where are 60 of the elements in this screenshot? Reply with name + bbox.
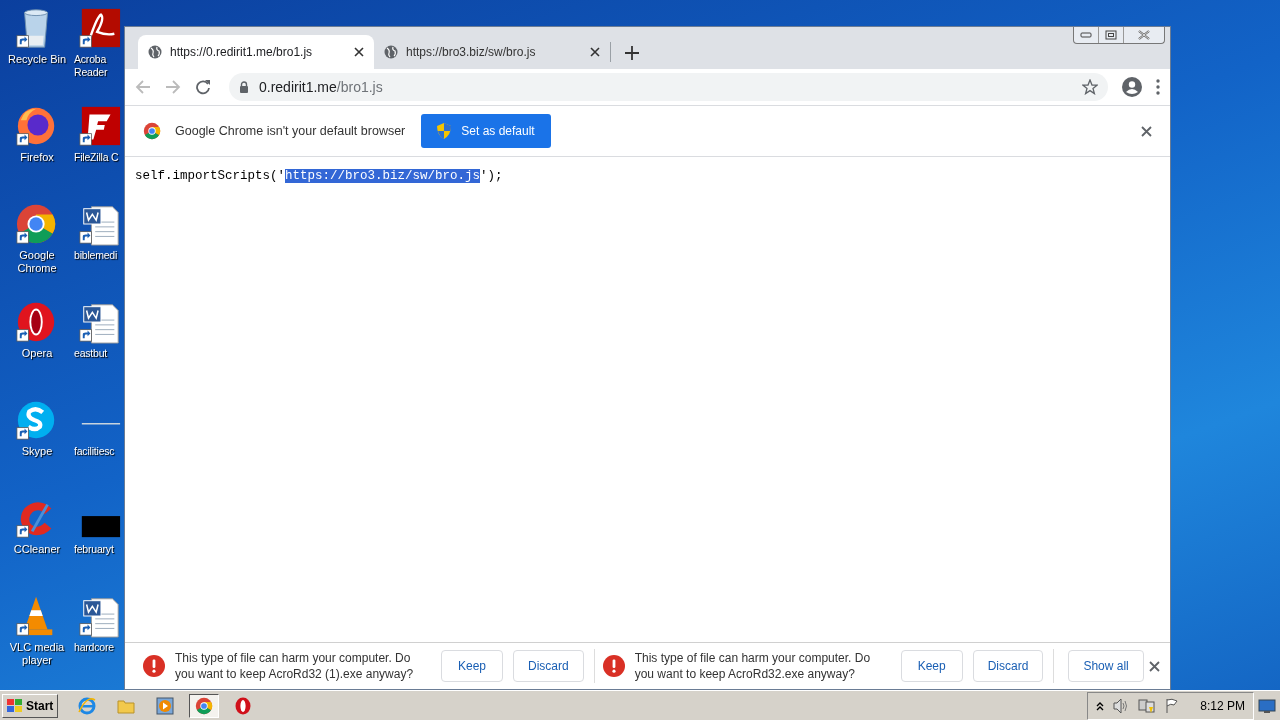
icon-label: VLC media player — [8, 641, 66, 667]
browser-tab[interactable]: https://bro3.biz/sw/bro.js — [374, 35, 610, 69]
icon-label: CCleaner — [12, 543, 62, 556]
lock-icon — [239, 81, 249, 93]
close-icon — [1138, 30, 1150, 40]
icon-label: biblemedi — [74, 249, 119, 262]
app-logo-icon — [235, 696, 252, 715]
icon-label: eastbut — [74, 347, 109, 360]
folder-icon — [117, 697, 136, 714]
chevron-up-icon[interactable] — [1096, 700, 1105, 711]
icon-label: FileZilla C — [74, 151, 120, 164]
icon-label: Firefox — [19, 151, 55, 164]
icon-label: februaryt — [74, 543, 115, 556]
network-icon[interactable] — [1138, 697, 1157, 714]
download-action-button[interactable]: Keep — [900, 650, 963, 682]
infobar-message: Google Chrome isn't your default browser — [175, 124, 406, 138]
icon-label: Opera — [20, 347, 54, 360]
download-action-button[interactable]: Discard — [972, 650, 1044, 682]
profile-icon[interactable] — [1122, 77, 1142, 97]
download-warning: This type of file can harm your computer. Do you want to keep AcroRd32 (1).exe anyway? — [175, 650, 415, 682]
download-action-button[interactable]: Keep — [441, 650, 503, 682]
close-icon[interactable] — [1141, 125, 1152, 137]
menu-icon[interactable] — [1156, 79, 1160, 95]
icon-label: Google Chrome — [16, 249, 58, 275]
icon-label: Recycle Bin — [6, 53, 68, 66]
close-icon[interactable] — [1149, 660, 1160, 672]
close-icon[interactable] — [590, 47, 600, 57]
address-bar[interactable]: 0.redirit1.me/bro1.js — [229, 73, 1108, 101]
taskbar-button[interactable] — [189, 693, 220, 718]
globe-icon — [148, 45, 162, 59]
browser-tab[interactable]: https://0.redirit1.me/bro1.js — [138, 35, 374, 69]
shield-icon — [437, 123, 452, 139]
icon-label: hardcore — [74, 641, 115, 654]
download-warning: This type of file can harm your computer. Do you want to keep AcroRd32.exe anyway? — [634, 650, 872, 682]
close-icon[interactable] — [354, 47, 364, 57]
new-tab-icon[interactable] — [625, 46, 639, 60]
globe-icon — [384, 45, 398, 59]
chrome-logo-icon — [195, 696, 214, 715]
warning-icon — [143, 655, 165, 677]
app-logo-icon[interactable] — [78, 104, 122, 148]
media-player-icon — [156, 696, 175, 715]
start-button[interactable]: Start — [2, 693, 59, 718]
browser-icon — [78, 696, 97, 715]
star-icon[interactable] — [1082, 79, 1098, 95]
clock[interactable]: 8:12 PM — [1200, 698, 1245, 713]
icon-label: Acroba Reader — [74, 53, 109, 79]
icon-label: Skype — [20, 445, 54, 458]
maximize-icon — [1105, 30, 1117, 40]
warning-icon — [602, 655, 625, 677]
reload-icon[interactable] — [195, 79, 211, 95]
show-all-button[interactable]: Show all — [1068, 650, 1144, 682]
chrome-logo-icon — [143, 122, 161, 140]
icon-label: facilitiesc — [74, 445, 116, 458]
app-logo-icon[interactable] — [78, 6, 122, 50]
show-desktop-icon[interactable] — [1258, 697, 1276, 714]
download-action-button[interactable]: Discard — [513, 650, 584, 682]
set-default-button[interactable]: Set as default — [421, 114, 551, 148]
windows-logo-icon — [7, 698, 23, 713]
minimize-icon — [1080, 32, 1092, 38]
code-line: self.importScripts('https://bro3.biz/sw/bro.js'); — [135, 169, 503, 183]
